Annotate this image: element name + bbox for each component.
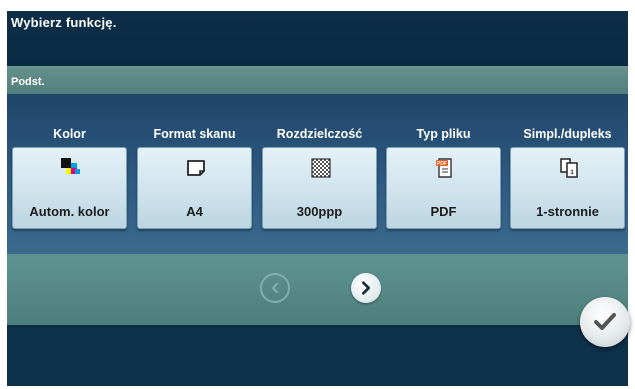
color-value: Autom. kolor (29, 204, 110, 219)
label-resolution: Rozdzielczość (276, 127, 363, 141)
simplex-duplex-icon: 1 (560, 158, 578, 178)
checkmark-icon (594, 313, 616, 330)
resolution-button[interactable]: 300ppp (262, 147, 377, 229)
label-simplex-duplex: Simpl./dupleks (523, 127, 612, 141)
scan-size-value: A4 (186, 204, 203, 219)
header-bar: Wybierz funkcję. (7, 11, 628, 66)
resolution-value: 300ppp (296, 204, 343, 219)
pdf-file-icon: PDF (436, 158, 452, 178)
file-type-button[interactable]: PDF PDF (386, 147, 501, 229)
svg-text:PDF: PDF (437, 161, 447, 167)
simplex-duplex-value: 1-stronnie (536, 204, 599, 219)
navigation-area (7, 254, 628, 325)
color-button[interactable]: Autom. kolor (12, 147, 127, 229)
simplex-duplex-button[interactable]: 1 1-stronnie (510, 147, 625, 229)
label-color: Kolor (53, 127, 86, 141)
color-squares-icon (61, 158, 80, 174)
scan-size-button[interactable]: A4 (137, 147, 252, 229)
page-title: Wybierz funkcję. (11, 15, 117, 30)
scan-function-screen: Wybierz funkcję. Podst. Kolor Format ska… (7, 11, 628, 386)
paper-size-icon (187, 160, 205, 176)
label-scan-size: Format skanu (153, 127, 236, 141)
chevron-left-icon (272, 283, 278, 293)
tab-basic[interactable]: Podst. (11, 76, 45, 88)
chevron-right-icon (362, 281, 370, 295)
label-file-type: Typ pliku (416, 127, 471, 141)
bottom-bar (7, 327, 628, 386)
confirm-button[interactable] (580, 297, 630, 347)
resolution-grid-icon (311, 158, 331, 178)
tab-strip: Podst. (7, 66, 628, 96)
previous-page-button[interactable] (260, 273, 290, 303)
next-page-button[interactable] (351, 273, 381, 303)
file-type-value: PDF (430, 204, 457, 219)
